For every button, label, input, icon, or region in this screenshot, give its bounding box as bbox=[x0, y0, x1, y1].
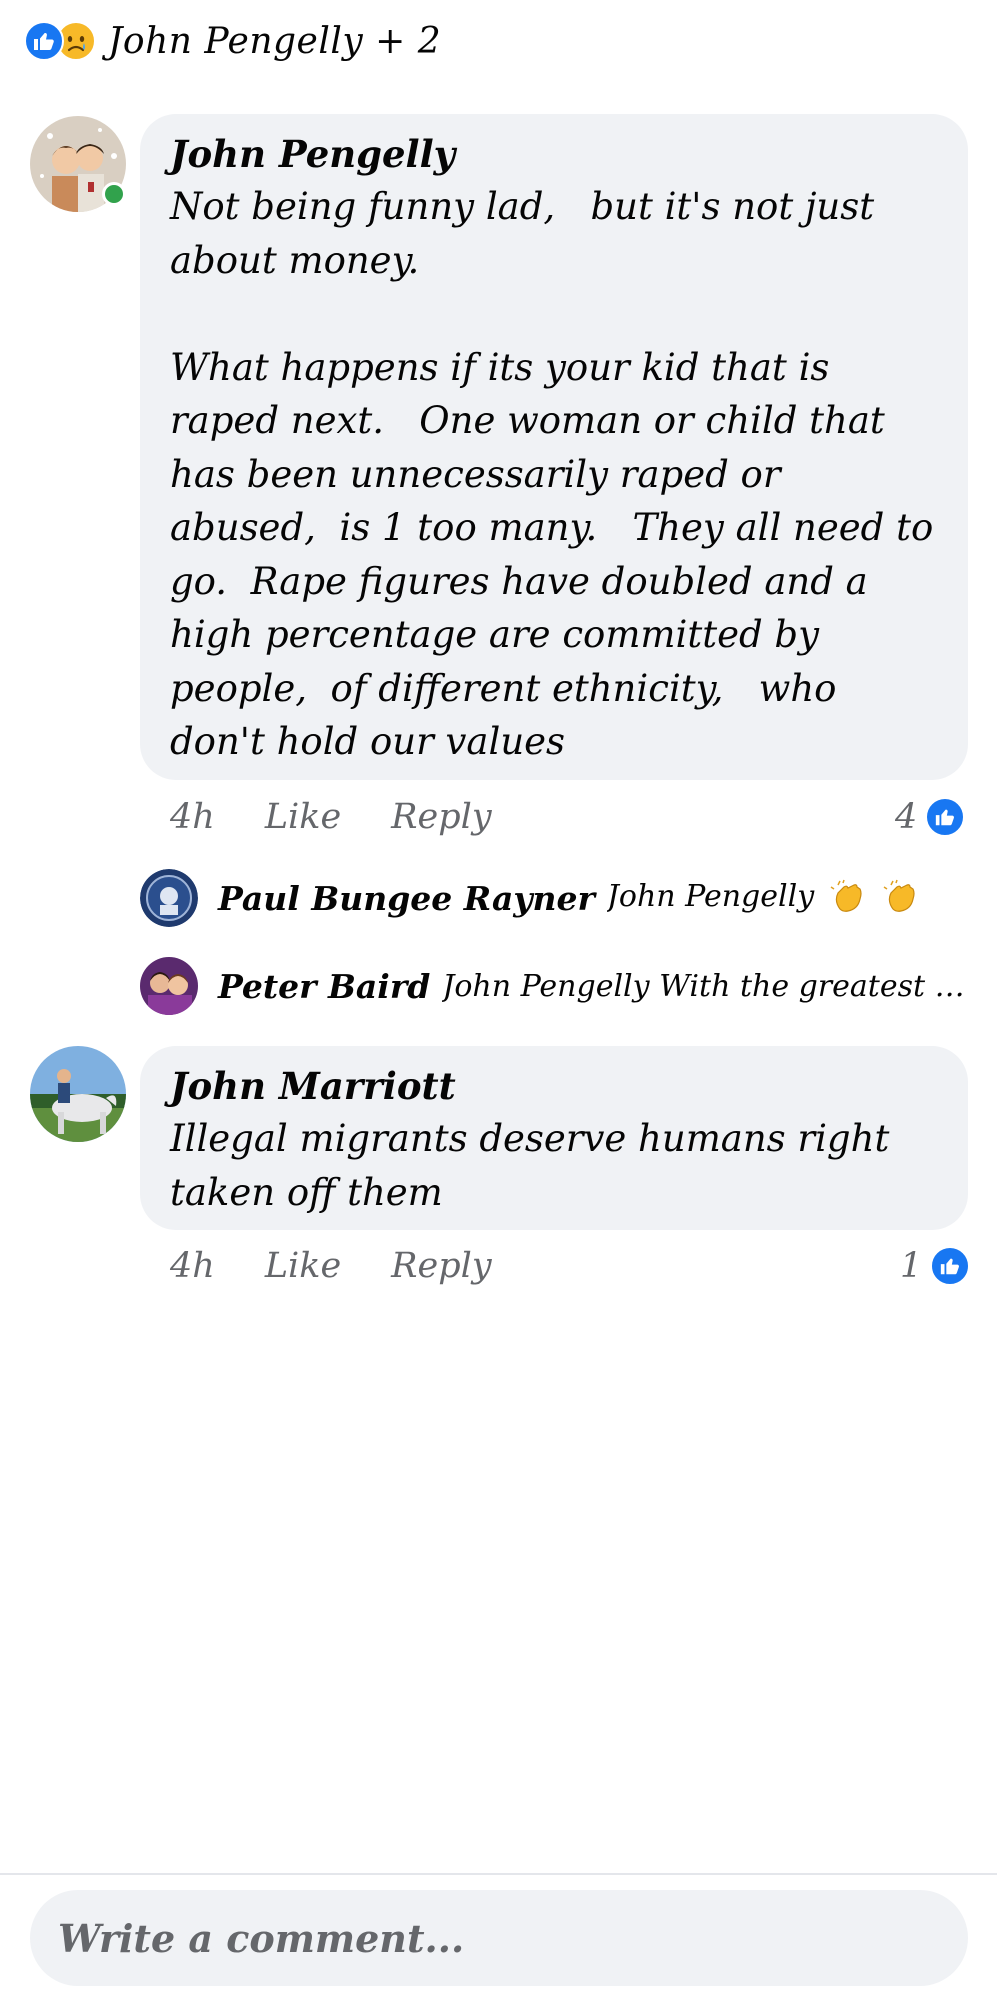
like-icon bbox=[925, 797, 966, 837]
reaction-summary-text: John Pengelly + 2 bbox=[108, 20, 442, 62]
comment-timestamp[interactable]: 4h bbox=[170, 797, 215, 837]
comment-bubble: John Pengelly Not being funny lad, but i… bbox=[140, 114, 968, 780]
comment-actions: 4h Like Reply bbox=[170, 1241, 542, 1291]
comment-text: Not being funny lad, but it's not just a… bbox=[170, 185, 934, 763]
comment-composer[interactable] bbox=[30, 1890, 968, 1986]
comment-actions: 4h Like Reply bbox=[170, 792, 542, 842]
like-count[interactable]: 1 bbox=[900, 1241, 971, 1291]
comment-timestamp[interactable]: 4h bbox=[170, 1246, 215, 1286]
clapping-hands-icon bbox=[830, 879, 862, 912]
clapping-hands-icon bbox=[883, 879, 915, 912]
like-count-number: 4 bbox=[895, 797, 918, 837]
like-icon bbox=[930, 1246, 971, 1286]
like-count-number: 1 bbox=[900, 1246, 923, 1286]
comment-input[interactable] bbox=[58, 1915, 968, 1961]
reply-preview[interactable]: Peter Baird John Pengelly With the great… bbox=[140, 956, 970, 1016]
reply-text-content: John Pengelly bbox=[606, 879, 815, 914]
avatar[interactable] bbox=[30, 1046, 126, 1142]
comment-text: Illegal migrants deserve humans right ta… bbox=[170, 1117, 902, 1214]
avatar[interactable] bbox=[140, 957, 198, 1015]
like-icon bbox=[24, 21, 64, 61]
composer-divider bbox=[0, 1873, 997, 1875]
reply-text: John Pengelly With the greatest o... bbox=[442, 968, 970, 1004]
reply-author: Peter Baird bbox=[218, 966, 431, 1006]
comments-page: John Pengelly + 2 John Pengelly Not bein… bbox=[0, 0, 997, 2000]
like-button[interactable]: Like bbox=[265, 797, 341, 837]
like-count[interactable]: 4 bbox=[895, 792, 966, 842]
reply-button[interactable]: Reply bbox=[391, 1246, 491, 1286]
comment-author[interactable]: John Marriott bbox=[170, 1060, 938, 1112]
comment-bubble: John Marriott Illegal migrants deserve h… bbox=[140, 1046, 968, 1230]
reply-preview[interactable]: Paul Bungee Rayner John Pengelly bbox=[140, 868, 970, 928]
like-button[interactable]: Like bbox=[265, 1246, 341, 1286]
avatar[interactable] bbox=[140, 869, 198, 927]
reply-author: Paul Bungee Rayner bbox=[218, 878, 595, 918]
reply-text: John Pengelly bbox=[607, 879, 921, 917]
reaction-summary[interactable]: John Pengelly + 2 bbox=[24, 18, 441, 64]
comment-author[interactable]: John Pengelly bbox=[170, 128, 938, 180]
online-status-indicator bbox=[102, 182, 126, 206]
reply-button[interactable]: Reply bbox=[391, 797, 491, 837]
